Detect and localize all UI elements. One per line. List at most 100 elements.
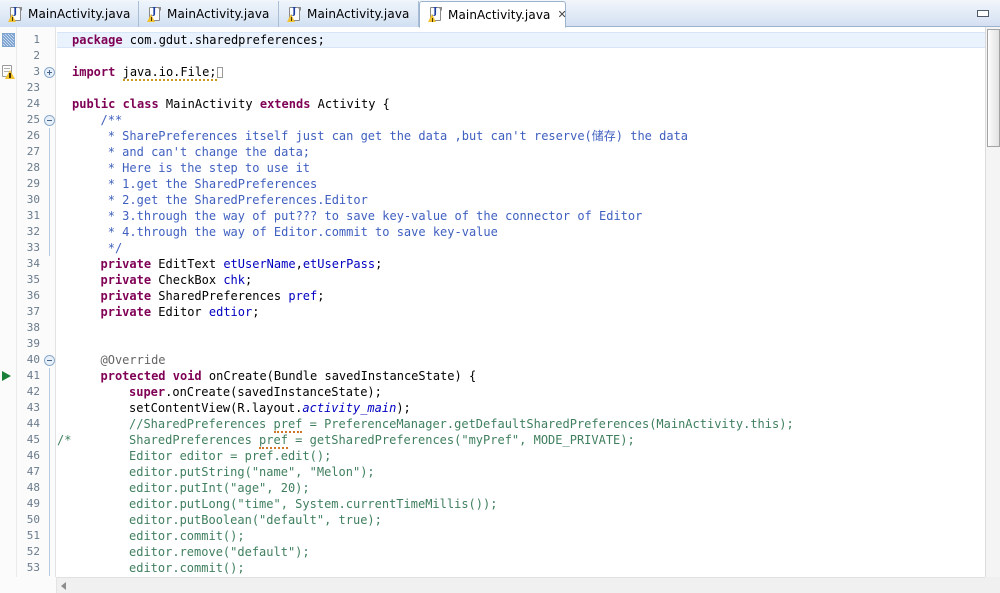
code-token: editor.putString("name", "Melon"); [129, 465, 375, 479]
code-line[interactable] [57, 320, 985, 336]
tab-close-icon[interactable]: ✕ [557, 9, 566, 20]
code-line[interactable]: /** [57, 112, 985, 128]
scroll-left-arrow-icon[interactable] [61, 582, 66, 590]
code-line[interactable]: editor.putBoolean("default", true); [57, 512, 985, 528]
line-number: 46 [26, 449, 40, 462]
code-line[interactable]: //SharedPreferences pref = PreferenceMan… [57, 416, 985, 433]
code-line[interactable] [57, 80, 985, 96]
line-number: 37 [26, 305, 40, 318]
code-line[interactable]: * SharePreferences itself just can get t… [57, 128, 985, 144]
code-line[interactable]: editor.commit(); [57, 528, 985, 544]
line-number: 28 [26, 161, 40, 174]
code-line[interactable]: * 4.through the way of Editor.commit to … [57, 224, 985, 240]
code-token: * 3.through the way of put??? to save ke… [100, 209, 643, 223]
code-text: private SharedPreferences pref; [101, 288, 325, 304]
code-line[interactable]: package com.gdut.sharedpreferences; [57, 32, 985, 48]
code-token: editor.commit(); [129, 561, 245, 575]
horizontal-scrollbar[interactable] [57, 577, 985, 593]
fold-region-line [49, 192, 50, 208]
vertical-scrollbar[interactable] [985, 27, 1000, 577]
code-token: * 4.through the way of Editor.commit to … [100, 225, 498, 239]
code-token: public class [72, 97, 159, 111]
code-line[interactable]: * 2.get the SharedPreferences.Editor [57, 192, 985, 208]
code-line[interactable]: * Here is the step to use it [57, 160, 985, 176]
code-line[interactable]: editor.remove("default"); [57, 544, 985, 560]
code-line[interactable]: private EditText etUserName,etUserPass; [57, 256, 985, 272]
line-number: 43 [26, 401, 40, 414]
code-token: CheckBox [151, 273, 224, 287]
code-line[interactable]: /* SharedPreferences pref = getSharedPref… [57, 432, 985, 449]
unused-import-warning-icon[interactable] [1, 65, 16, 79]
fold-region-line [49, 464, 50, 480]
editor-tab-3[interactable]: J MainActivity.java ✕ [419, 1, 567, 28]
code-text: editor.commit(); [129, 528, 245, 544]
code-line[interactable]: private CheckBox chk; [57, 272, 985, 288]
code-text: * SharePreferences itself just can get t… [101, 128, 688, 144]
code-text: private CheckBox chk; [101, 272, 253, 288]
changed-line-marker [2, 33, 15, 47]
code-text: editor.remove("default"); [129, 544, 310, 560]
code-token: private [100, 273, 152, 287]
code-token: import [72, 65, 116, 79]
code-text: */ [101, 240, 122, 256]
code-text: editor.commit(); [129, 560, 245, 576]
code-line[interactable]: */ [57, 240, 985, 256]
editor-tab-label: MainActivity.java [28, 7, 131, 21]
code-line[interactable]: * 3.through the way of put??? to save ke… [57, 208, 985, 224]
fold-region-line [49, 512, 50, 528]
annotation-ruler[interactable] [0, 27, 17, 593]
code-text: protected void onCreate(Bundle savedInst… [101, 368, 477, 384]
code-line[interactable]: setContentView(R.layout.activity_main); [57, 400, 985, 416]
code-token: super [129, 385, 166, 399]
line-number: 45 [26, 433, 40, 446]
code-token: pref [273, 417, 303, 433]
code-token: SharedPreferences [129, 433, 260, 447]
line-number: 50 [26, 513, 40, 526]
fold-collapse-icon[interactable] [44, 355, 55, 366]
code-line[interactable]: Editor editor = pref.edit(); [57, 448, 985, 464]
code-line[interactable]: super.onCreate(savedInstanceState); [57, 384, 985, 400]
code-token: protected void [100, 369, 202, 383]
editor-tab-label: MainActivity.java [307, 7, 410, 21]
fold-region-line [49, 448, 50, 464]
code-token: package [72, 33, 123, 47]
code-line[interactable]: protected void onCreate(Bundle savedInst… [57, 368, 985, 384]
code-line[interactable] [57, 48, 985, 64]
code-line[interactable]: import java.io.File; [57, 64, 985, 81]
fold-collapse-icon[interactable] [44, 115, 55, 126]
code-text: * and can't change the data; [101, 144, 310, 160]
code-token: @Override [100, 353, 166, 367]
line-number: 25 [26, 113, 40, 126]
fold-region-line [49, 416, 50, 432]
code-token: activity_main [302, 401, 397, 415]
line-number: 52 [26, 545, 40, 558]
editor-tab-2[interactable]: J MainActivity.java [279, 1, 419, 27]
vertical-scrollbar-thumb[interactable] [987, 29, 1000, 147]
line-number: 38 [26, 321, 40, 334]
code-line[interactable]: editor.putString("name", "Melon"); [57, 464, 985, 480]
code-text: * 2.get the SharedPreferences.Editor [101, 192, 368, 208]
folding-ruler[interactable] [42, 27, 56, 593]
fold-region-line [49, 144, 50, 160]
code-text-area[interactable]: package com.gdut.sharedpreferences; impor… [57, 27, 985, 577]
code-line[interactable]: private SharedPreferences pref; [57, 288, 985, 304]
code-editor[interactable]: 1 2 3 23 24 25 26 27 28 29 30 31 32 33 34 35 36 37 38 39 40 4… [0, 27, 1000, 593]
code-line[interactable]: @Override [57, 352, 985, 368]
fold-expand-icon[interactable] [44, 67, 55, 78]
code-text: editor.putInt("age", 20); [129, 480, 310, 496]
code-line[interactable]: * and can't change the data; [57, 144, 985, 160]
code-line[interactable] [57, 336, 985, 352]
editor-tab-0[interactable]: J MainActivity.java [0, 1, 139, 27]
editor-tab-1[interactable]: J MainActivity.java [139, 1, 279, 27]
line-number: 41 [26, 369, 40, 382]
code-line[interactable]: editor.commit(); [57, 560, 985, 576]
code-line[interactable]: private Editor edtior; [57, 304, 985, 320]
code-line[interactable]: editor.putLong("time", System.currentTim… [57, 496, 985, 512]
minimize-button[interactable] [975, 8, 992, 20]
code-line[interactable]: public class MainActivity extends Activi… [57, 96, 985, 112]
line-number: 26 [26, 129, 40, 142]
code-line[interactable]: editor.putInt("age", 20); [57, 480, 985, 496]
code-token: * 1.get the SharedPreferences [100, 177, 318, 191]
code-line[interactable]: * 1.get the SharedPreferences [57, 176, 985, 192]
